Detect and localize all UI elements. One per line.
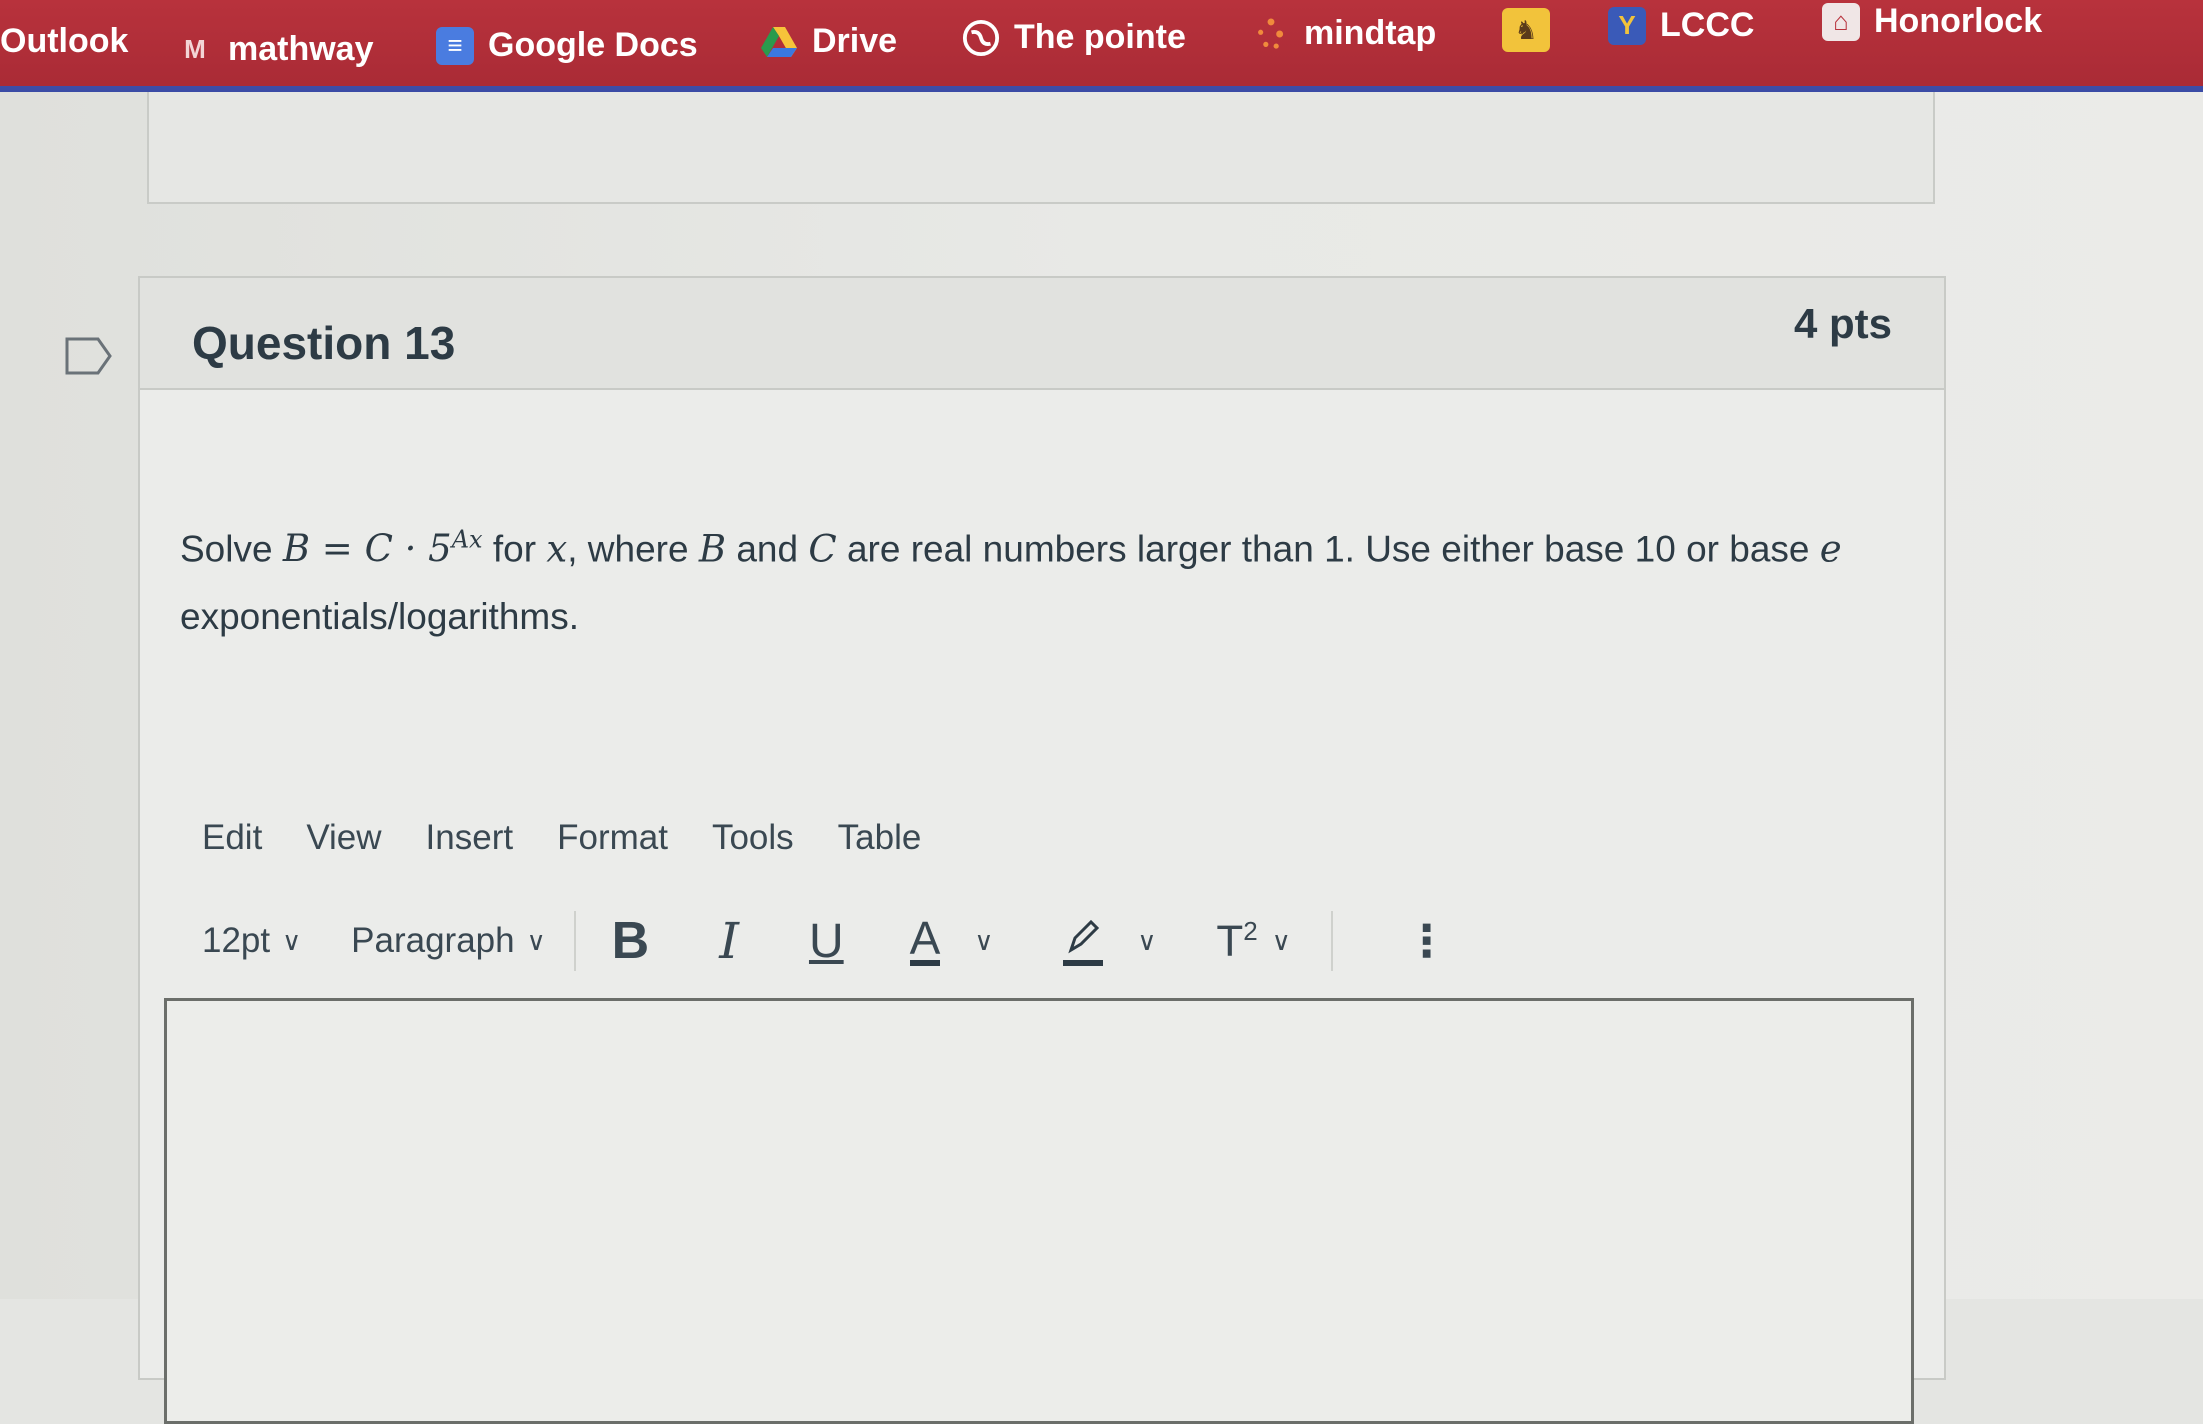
drive-icon [760,23,798,61]
math-var-c: C [808,527,837,571]
text-color-chevron-icon[interactable]: ∨ [974,926,993,957]
bookmark-mathway[interactable]: M mathway [176,30,374,69]
font-size-value: 12pt [202,921,271,960]
editor-toolbar: 12pt ∨ Paragraph ∨ B I U A ∨ ∨ T2 ∨ ⋮ [202,906,1462,976]
math-exponent: Ax [451,526,483,554]
bookmark-mindtap[interactable]: mindtap [1252,14,1436,53]
bookmark-label: mindtap [1304,14,1437,52]
menu-tools[interactable]: Tools [712,818,794,858]
bold-button[interactable]: B [612,911,650,971]
google-docs-icon: ≡ [436,26,474,65]
more-options-icon[interactable]: ⋮ [1405,916,1449,967]
font-size-select[interactable]: 12pt ∨ [202,921,301,961]
highlight-chevron-icon[interactable]: ∨ [1137,926,1156,957]
honorlock-icon: ⌂ [1822,2,1860,41]
menu-view[interactable]: View [306,818,381,858]
bookmark-honorlock[interactable]: ⌂ Honorlock [1822,2,2042,41]
bookmark-label: mathway [228,30,374,68]
bookmark-label: LCCC [1660,6,1755,44]
superscript-base: T [1216,916,1244,966]
previous-question-box [147,92,1935,204]
bookmark-label: Drive [812,22,898,60]
bookmark-cowboy[interactable]: ♞ [1502,8,1550,52]
superscript-button[interactable]: T2 [1216,916,1257,967]
highlight-button[interactable] [1063,916,1104,966]
chevron-down-icon: ∨ [526,925,546,956]
menu-insert[interactable]: Insert [426,818,514,858]
menu-table[interactable]: Table [838,818,922,858]
chevron-down-icon: ∨ [282,925,302,956]
answer-editor[interactable] [164,998,1914,1424]
toolbar-divider [1330,911,1333,971]
bookmarks-bar: Outlook M mathway ≡ Google Docs Drive Th… [0,0,2203,96]
superscript-exp: 2 [1243,915,1258,946]
editor-menubar: Edit View Insert Format Tools Table [202,818,921,858]
cowboy-icon: ♞ [1502,8,1550,52]
underline-button[interactable]: U [809,914,844,969]
question-title: Question 13 [192,317,456,369]
globe-icon [962,19,1000,57]
bookmark-google-docs[interactable]: ≡ Google Docs [436,26,698,65]
bookmark-label: The pointe [1014,18,1186,56]
math-var-b: B [698,527,727,571]
text-segment: Solve [180,528,273,570]
menu-format[interactable]: Format [557,818,668,858]
bookmark-the-pointe[interactable]: The pointe [962,18,1186,57]
mindtap-icon [1252,15,1290,53]
math-var-c: C [364,527,393,571]
bookmark-label: Google Docs [488,26,698,64]
block-format-value: Paragraph [351,921,515,960]
bookmark-label: Outlook [0,22,129,60]
mathway-icon: M [184,34,206,64]
question-header: Question 13 4 pts [140,278,1944,390]
math-var-e: e [1819,527,1842,571]
bookmark-outlook[interactable]: Outlook [0,22,128,61]
question-text: Solve B = C · 5Ax for x, where B and C a… [180,506,1900,651]
math-var-b: B [282,527,311,571]
question-card: Question 13 4 pts Solve B = C · 5Ax for … [138,276,1946,1424]
quiz-page: Question 13 4 pts Solve B = C · 5Ax for … [0,92,2203,1424]
bookmark-lccc[interactable]: Y LCCC [1608,6,1754,45]
math-base: · 5 [392,527,452,571]
math-var-x: x [546,527,568,571]
highlighter-icon [1068,919,1100,954]
text-segment: exponentials/logarithms. [180,596,579,638]
italic-button[interactable]: I [719,912,739,970]
bookmark-label: Honorlock [1874,2,2043,40]
block-format-select[interactable]: Paragraph ∨ [351,921,545,961]
text-color-button[interactable]: A [909,915,941,966]
text-segment: for [492,528,537,570]
text-segment: and [736,528,799,570]
menu-edit[interactable]: Edit [202,818,262,858]
superscript-chevron-icon[interactable]: ∨ [1272,926,1291,957]
text-segment: , where [567,528,689,570]
lccc-icon: Y [1608,6,1646,45]
flag-question-icon[interactable] [64,336,114,376]
math-equals: = [310,527,365,571]
toolbar-divider [573,911,576,971]
bookmark-drive[interactable]: Drive [760,22,897,61]
question-points: 4 pts [1793,300,1892,347]
text-segment: are real numbers larger than 1. Use eith… [846,528,1810,570]
equation: B = C · 5Ax [282,526,483,571]
